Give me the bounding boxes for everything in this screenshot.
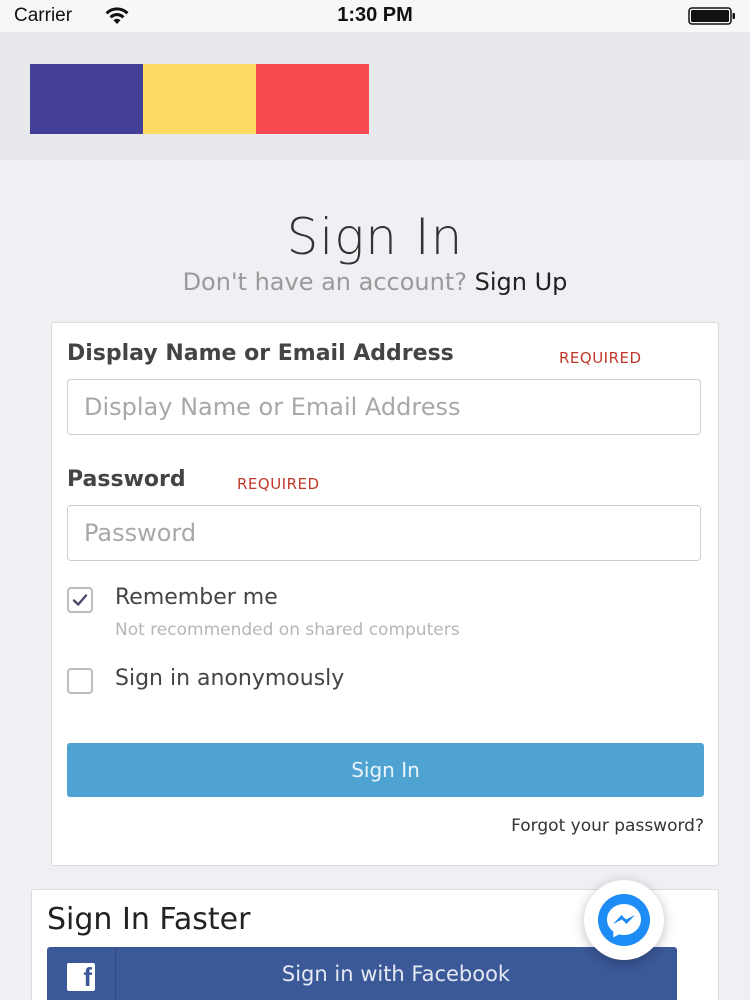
anonymous-label[interactable]: Sign in anonymously [115, 666, 344, 691]
password-label: Password [67, 467, 186, 492]
username-label: Display Name or Email Address [67, 341, 454, 366]
clock: 1:30 PM [337, 4, 413, 26]
remember-me-checkbox[interactable] [67, 587, 93, 613]
sign-in-screen: Carrier 1:30 PM Sign In Don't have an ac… [0, 0, 750, 1000]
sign-in-form: Display Name or Email Address REQUIRED P… [51, 322, 719, 866]
sign-up-link[interactable]: Sign Up [475, 268, 568, 296]
battery-icon [688, 7, 735, 25]
check-icon [72, 594, 88, 606]
sign-in-button[interactable]: Sign In [67, 743, 704, 797]
username-input[interactable] [67, 379, 701, 435]
logo-block-1 [30, 64, 143, 134]
forgot-password-link[interactable]: Forgot your password? [511, 816, 704, 836]
remember-me-hint: Not recommended on shared computers [115, 620, 460, 640]
page-title: Sign In [286, 208, 464, 266]
status-bar: Carrier 1:30 PM [0, 0, 750, 32]
messenger-chat-button[interactable] [584, 880, 664, 960]
facebook-sign-in-label: Sign in with Facebook [281, 962, 511, 986]
logo-block-2 [143, 64, 256, 134]
site-logo[interactable] [30, 64, 369, 134]
signup-prompt: Don't have an account? Sign Up [0, 268, 750, 296]
messenger-icon-circle [598, 894, 650, 946]
username-required-badge: REQUIRED [559, 349, 642, 367]
facebook-icon: f [67, 962, 95, 992]
password-input[interactable] [67, 505, 701, 561]
remember-me-label[interactable]: Remember me [115, 585, 278, 610]
messenger-icon [607, 904, 641, 938]
facebook-sign-in-button[interactable]: f Sign in with Facebook [47, 947, 677, 1000]
facebook-icon-box: f [47, 947, 116, 1000]
anonymous-checkbox[interactable] [67, 668, 93, 694]
header-banner [0, 32, 750, 160]
signup-prompt-text: Don't have an account? [182, 268, 467, 296]
sign-in-faster-title: Sign In Faster [47, 902, 251, 937]
logo-block-3 [256, 64, 369, 134]
password-required-badge: REQUIRED [237, 475, 320, 493]
